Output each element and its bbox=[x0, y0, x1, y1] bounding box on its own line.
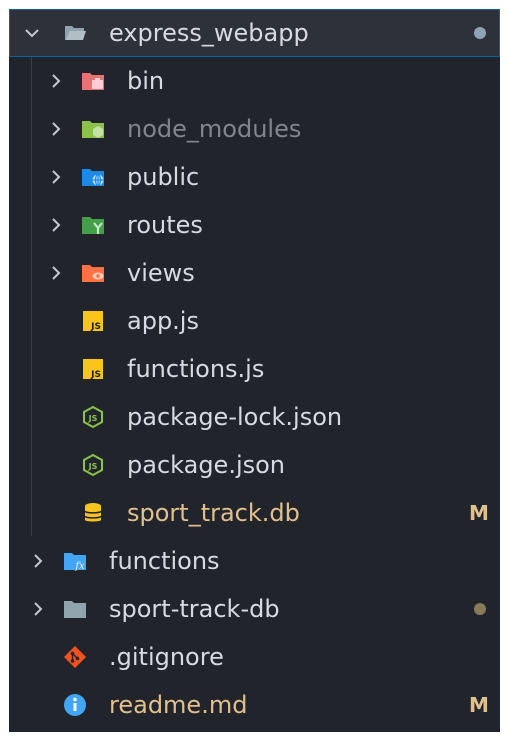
status-dot bbox=[474, 603, 486, 615]
tree-item-app-js[interactable]: JS app.js bbox=[9, 297, 500, 345]
tree-item-label: package.json bbox=[127, 451, 286, 479]
folder-public-icon bbox=[81, 165, 105, 189]
chevron-right-icon[interactable] bbox=[29, 552, 47, 570]
folder-routes-icon bbox=[81, 213, 105, 237]
tree-item-label: functions bbox=[109, 547, 220, 575]
folder-node-icon bbox=[81, 117, 105, 141]
svg-text:JS: JS bbox=[88, 462, 98, 471]
tree-item-sport-track-db-file[interactable]: sport_track.db M bbox=[9, 489, 500, 537]
tree-item-gitignore[interactable]: .gitignore bbox=[9, 633, 500, 681]
file-explorer: express_webapp bin node_modules public r… bbox=[9, 9, 500, 732]
svg-text:JS: JS bbox=[90, 370, 101, 380]
svg-text:fx: fx bbox=[74, 561, 85, 572]
tree-item-label: package-lock.json bbox=[127, 403, 343, 431]
svg-text:JS: JS bbox=[88, 414, 98, 423]
tree-item-label: functions.js bbox=[127, 355, 265, 383]
tree-item-package-lock-json[interactable]: JS package-lock.json bbox=[9, 393, 500, 441]
chevron-right-icon[interactable] bbox=[47, 216, 65, 234]
tree-item-label: sport-track-db bbox=[109, 595, 280, 623]
tree-item-routes[interactable]: routes bbox=[9, 201, 500, 249]
js-file-icon: JS bbox=[81, 357, 105, 381]
chevron-down-icon[interactable] bbox=[23, 24, 41, 42]
tree-item-functions[interactable]: fx functions bbox=[9, 537, 500, 585]
chevron-right-icon[interactable] bbox=[47, 72, 65, 90]
tree-item-readme-md[interactable]: readme.md M bbox=[9, 681, 500, 729]
tree-item-label: .gitignore bbox=[109, 643, 224, 671]
folder-bin-icon bbox=[81, 69, 105, 93]
tree-item-express-webapp[interactable]: express_webapp bbox=[9, 9, 500, 57]
tree-item-public[interactable]: public bbox=[9, 153, 500, 201]
folder-functions-icon: fx bbox=[63, 549, 87, 573]
tree-item-views[interactable]: views bbox=[9, 249, 500, 297]
tree-item-label: public bbox=[127, 163, 200, 191]
tree-item-label: app.js bbox=[127, 307, 199, 335]
tree-item-label: express_webapp bbox=[109, 19, 309, 47]
modified-badge: M bbox=[469, 693, 489, 717]
tree-item-label: routes bbox=[127, 211, 203, 239]
svg-text:JS: JS bbox=[90, 322, 101, 332]
tree-item-bin[interactable]: bin bbox=[9, 57, 500, 105]
js-file-icon: JS bbox=[81, 309, 105, 333]
tree-item-sport-track-db[interactable]: sport-track-db bbox=[9, 585, 500, 633]
tree-item-label: bin bbox=[127, 67, 165, 95]
tree-item-label: readme.md bbox=[109, 691, 248, 719]
folder-open-icon bbox=[63, 21, 87, 45]
chevron-right-icon[interactable] bbox=[47, 264, 65, 282]
nodejs-file-icon: JS bbox=[81, 405, 105, 429]
tree-item-package-json[interactable]: JS package.json bbox=[9, 441, 500, 489]
git-icon bbox=[63, 645, 87, 669]
database-icon bbox=[81, 501, 105, 525]
chevron-right-icon[interactable] bbox=[47, 120, 65, 138]
tree-item-node-modules[interactable]: node_modules bbox=[9, 105, 500, 153]
folder-views-icon bbox=[81, 261, 105, 285]
tree-item-functions-js[interactable]: JS functions.js bbox=[9, 345, 500, 393]
chevron-right-icon[interactable] bbox=[47, 168, 65, 186]
nodejs-file-icon: JS bbox=[81, 453, 105, 477]
status-dot bbox=[474, 27, 486, 39]
tree-item-label: node_modules bbox=[127, 115, 302, 143]
folder-icon bbox=[63, 597, 87, 621]
info-icon bbox=[63, 693, 87, 717]
tree-item-label: sport_track.db bbox=[127, 499, 300, 527]
tree-item-label: views bbox=[127, 259, 195, 287]
chevron-right-icon[interactable] bbox=[29, 600, 47, 618]
modified-badge: M bbox=[469, 501, 489, 525]
